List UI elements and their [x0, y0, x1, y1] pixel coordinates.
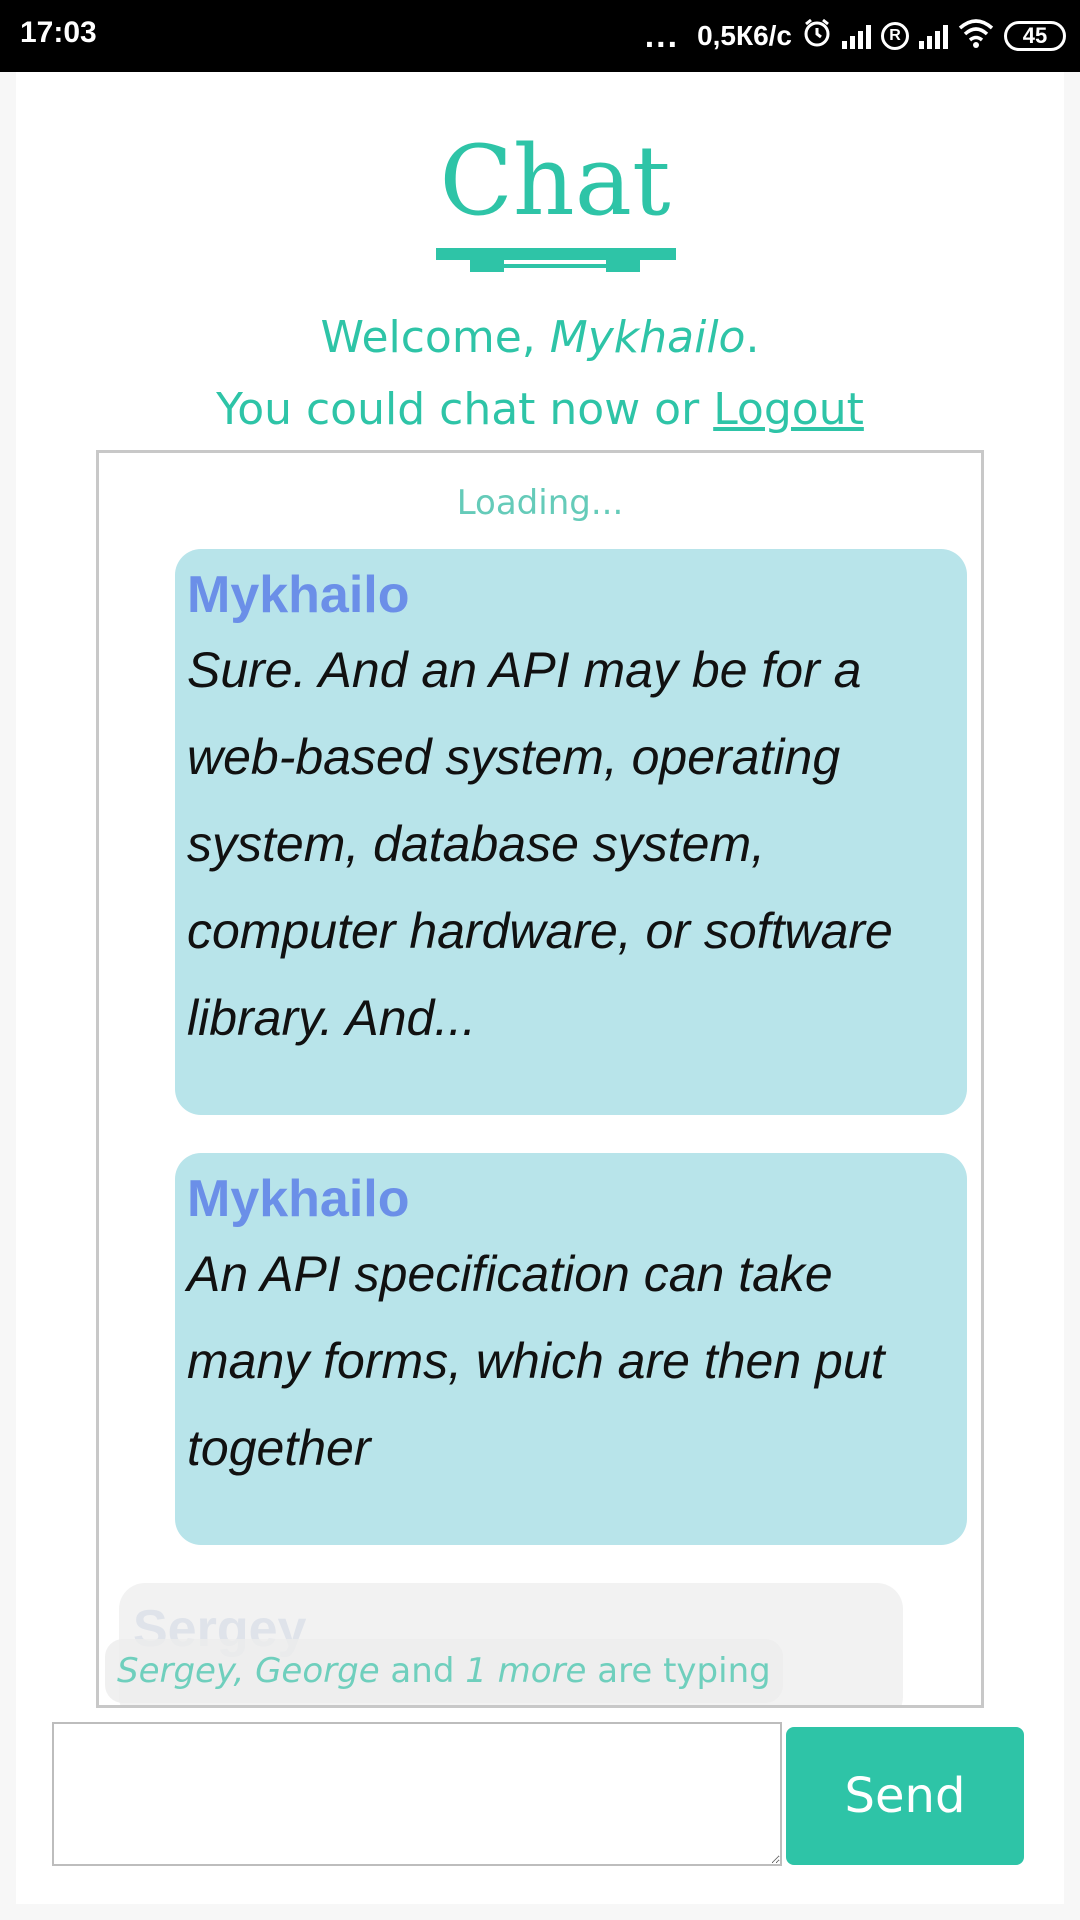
signal-icon — [842, 23, 871, 49]
typing-suffix: are typing — [586, 1651, 771, 1691]
username: Mykhailo — [549, 312, 746, 363]
alarm-icon — [802, 18, 832, 55]
typing-and: and — [379, 1651, 466, 1691]
chat-prompt-line: You could chat now or Logout — [16, 384, 1064, 435]
chat-page: Chat Welcome, Mykhailo. You could chat n… — [16, 72, 1064, 1904]
typing-indicator: Sergey, George and 1 more are typing — [105, 1639, 783, 1703]
welcome-line: Welcome, Mykhailo. — [16, 312, 1064, 363]
status-icons: ... 0,5К6/с R 45 — [645, 14, 1066, 58]
send-button[interactable]: Send — [786, 1727, 1024, 1865]
message-author: Mykhailo — [187, 1170, 410, 1228]
chat-logo: Chat — [436, 125, 676, 272]
logo-text: Chat — [439, 125, 670, 237]
status-bar: 17:03 ... 0,5К6/с R 45 — [0, 0, 1080, 72]
signal-icon — [919, 23, 948, 49]
typing-more: 1 more — [465, 1651, 587, 1691]
message-bubble: Mykhailo Sure. And an API may be for a w… — [175, 549, 967, 1115]
battery-icon: 45 — [1004, 21, 1066, 51]
roaming-icon: R — [881, 22, 909, 50]
message-input[interactable] — [52, 1722, 782, 1866]
message-text: An API specification can take many forms… — [187, 1246, 885, 1476]
more-notifications-icon: ... — [644, 17, 680, 55]
wifi-icon — [958, 18, 994, 55]
welcome-suffix: . — [745, 312, 760, 363]
loading-indicator: Loading... — [456, 483, 624, 523]
network-speed: 0,5К6/с — [697, 20, 792, 51]
message-author: Mykhailo — [187, 566, 410, 624]
logout-link[interactable]: Logout — [713, 384, 864, 435]
chat-prompt-text: You could chat now or — [216, 384, 714, 435]
welcome-prefix: Welcome, — [320, 312, 550, 363]
message-text: Sure. And an API may be for a web-based … — [187, 642, 893, 1046]
typing-names: Sergey, George — [117, 1651, 380, 1691]
message-bubble: Mykhailo An API specification can take m… — [175, 1153, 967, 1545]
chat-messages-panel[interactable]: Loading... Mykhailo Sure. And an API may… — [96, 450, 984, 1708]
status-time: 17:03 — [20, 16, 97, 49]
